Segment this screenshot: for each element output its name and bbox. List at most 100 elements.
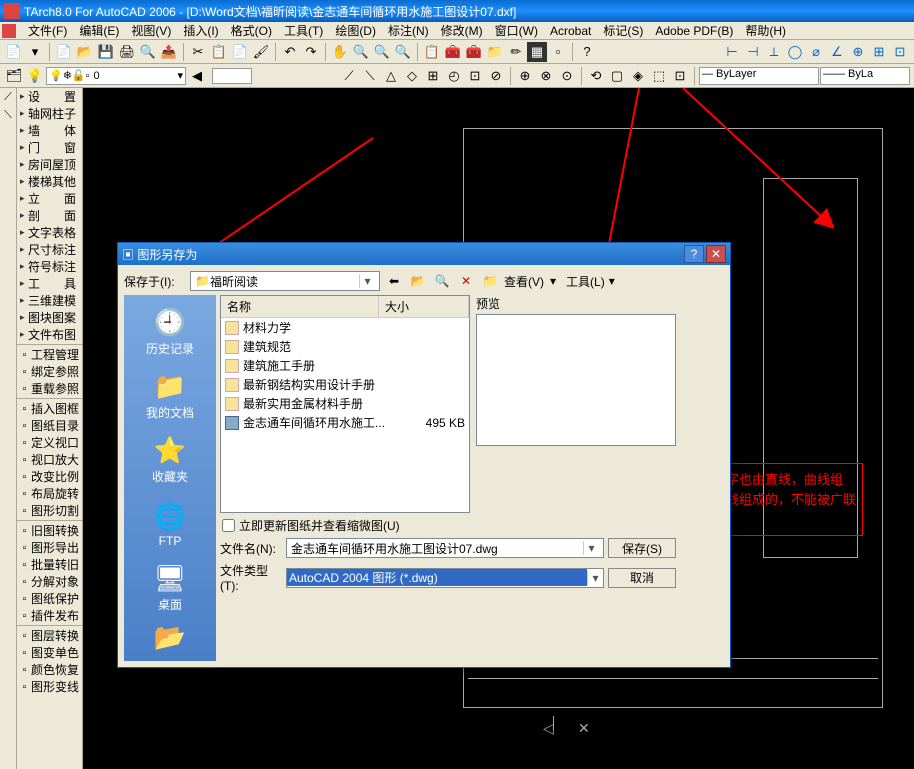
panel-item[interactable]: ▫插件发布: [17, 607, 82, 624]
panel-item[interactable]: ▫布局旋转: [17, 485, 82, 502]
m13-icon[interactable]: ▢: [607, 66, 627, 86]
m14-icon[interactable]: ◈: [628, 66, 648, 86]
panel-item[interactable]: ▫重载参照: [17, 380, 82, 397]
places-item[interactable]: 🖥桌面: [130, 557, 210, 619]
menu-tools[interactable]: 工具(T): [278, 22, 329, 39]
newfolder-icon[interactable]: 📁: [480, 271, 500, 291]
drawing-canvas[interactable]: ◁ ✕ 转换后，图层只有一个，文字也由直线，曲线组成，尺寸标注也是直线和曲线组成…: [83, 88, 914, 769]
panel-item[interactable]: ▫旧图转换: [17, 522, 82, 539]
dc-icon[interactable]: 🧰: [443, 42, 463, 62]
panel-item[interactable]: ▫图层转换: [17, 627, 82, 644]
list-icon[interactable]: ▾: [25, 42, 45, 62]
panel-item[interactable]: ▫图形切割: [17, 502, 82, 519]
menu-acrobat[interactable]: Acrobat: [544, 24, 597, 38]
publish-icon[interactable]: 📤: [159, 42, 179, 62]
places-item[interactable]: ⭐收藏夹: [130, 429, 210, 491]
help-button[interactable]: ?: [684, 245, 704, 263]
new-icon[interactable]: 📄: [4, 42, 24, 62]
up-icon[interactable]: 📂: [408, 271, 428, 291]
m1-icon[interactable]: ⟋: [339, 66, 359, 86]
new2-icon[interactable]: 📄: [54, 42, 74, 62]
open-icon[interactable]: 📂: [75, 42, 95, 62]
dim4-icon[interactable]: ◯: [785, 42, 805, 62]
panel-item[interactable]: ▸房间屋顶: [17, 156, 82, 173]
menu-dim[interactable]: 标注(N): [382, 22, 435, 39]
m11-icon[interactable]: ⊙: [557, 66, 577, 86]
panel-item[interactable]: ▸文件布图: [17, 326, 82, 343]
file-row[interactable]: 最新钢结构实用设计手册: [221, 375, 469, 394]
help-icon[interactable]: ?: [577, 42, 597, 62]
pan-icon[interactable]: ✋: [330, 42, 350, 62]
copy-icon[interactable]: 📋: [209, 42, 229, 62]
menu-edit[interactable]: 编辑(E): [73, 22, 125, 39]
dim2-icon[interactable]: ⊣: [743, 42, 763, 62]
strip-1[interactable]: ⟋: [0, 88, 16, 106]
close-button[interactable]: ✕: [706, 245, 726, 263]
panel-item[interactable]: ▸剖 面: [17, 207, 82, 224]
dim9-icon[interactable]: ⊡: [890, 42, 910, 62]
dim8-icon[interactable]: ⊞: [869, 42, 889, 62]
tp-icon[interactable]: 🧰: [464, 42, 484, 62]
dim3-icon[interactable]: ⟂: [764, 42, 784, 62]
panel-item[interactable]: ▫绑定参照: [17, 363, 82, 380]
redo-icon[interactable]: ↷: [301, 42, 321, 62]
filename-input[interactable]: 金志通车间循环用水施工图设计07.dwg▾: [286, 538, 604, 558]
file-row[interactable]: 材料力学: [221, 318, 469, 337]
color-selector[interactable]: [212, 68, 252, 84]
dim1-icon[interactable]: ⊢: [722, 42, 742, 62]
menu-window[interactable]: 窗口(W): [489, 22, 544, 39]
undo-icon[interactable]: ↶: [280, 42, 300, 62]
cancel-button[interactable]: 取消: [608, 568, 676, 588]
save-icon[interactable]: 💾: [96, 42, 116, 62]
m4-icon[interactable]: ◇: [402, 66, 422, 86]
block-icon[interactable]: ▫: [548, 42, 568, 62]
panel-item[interactable]: ▸墙 体: [17, 122, 82, 139]
panel-item[interactable]: ▫图变单色: [17, 644, 82, 661]
save-in-combo[interactable]: 📁 福昕阅读▾: [190, 271, 380, 291]
print-icon[interactable]: 🖨: [117, 42, 137, 62]
panel-item[interactable]: ▸设 置: [17, 88, 82, 105]
places-item[interactable]: 🌐FTP: [130, 493, 210, 555]
thumb-checkbox[interactable]: [222, 519, 235, 532]
file-row[interactable]: 最新实用金属材料手册: [221, 394, 469, 413]
menu-help[interactable]: 帮助(H): [739, 22, 792, 39]
panel-item[interactable]: ▸尺寸标注: [17, 241, 82, 258]
file-list[interactable]: 名称 大小 材料力学建筑规范建筑施工手册最新钢结构实用设计手册最新实用金属材料手…: [220, 295, 470, 513]
m15-icon[interactable]: ⬚: [649, 66, 669, 86]
menu-insert[interactable]: 插入(I): [177, 22, 224, 39]
panel-item[interactable]: ▫改变比例: [17, 468, 82, 485]
panel-item[interactable]: ▫分解对象: [17, 573, 82, 590]
match-icon[interactable]: 🖌: [251, 42, 271, 62]
col-name[interactable]: 名称: [221, 296, 379, 317]
dim7-icon[interactable]: ⊕: [848, 42, 868, 62]
panel-item[interactable]: ▫工程管理: [17, 346, 82, 363]
panel-item[interactable]: ▫图纸保护: [17, 590, 82, 607]
m5-icon[interactable]: ⊞: [423, 66, 443, 86]
layer-prev-icon[interactable]: ◀: [187, 66, 207, 86]
tools-menu[interactable]: 工具(L): [566, 273, 605, 290]
ssm-icon[interactable]: 📁: [485, 42, 505, 62]
panel-item[interactable]: ▫图形导出: [17, 539, 82, 556]
panel-item[interactable]: ▸三维建模: [17, 292, 82, 309]
menu-view[interactable]: 视图(V): [125, 22, 177, 39]
m9-icon[interactable]: ⊕: [515, 66, 535, 86]
panel-item[interactable]: ▸符号标注: [17, 258, 82, 275]
panel-item[interactable]: ▸轴网柱子: [17, 105, 82, 122]
file-row[interactable]: 金志通车间循环用水施工...495 KB: [221, 413, 469, 432]
dim5-icon[interactable]: ⌀: [806, 42, 826, 62]
save-button[interactable]: 保存(S): [608, 538, 676, 558]
linetype-2[interactable]: —— ByLa: [820, 67, 910, 85]
panel-item[interactable]: ▫图纸目录: [17, 417, 82, 434]
file-row[interactable]: 建筑规范: [221, 337, 469, 356]
col-size[interactable]: 大小: [379, 296, 469, 317]
layer-selector[interactable]: 💡❄🔓▫ 0 ▾: [46, 67, 186, 85]
strip-2[interactable]: ⟍: [0, 106, 16, 124]
preview-icon[interactable]: 🔍: [138, 42, 158, 62]
menu-mark[interactable]: 标记(S): [597, 22, 649, 39]
search-icon[interactable]: 🔍: [432, 271, 452, 291]
menu-modify[interactable]: 修改(M): [435, 22, 489, 39]
m3-icon[interactable]: △: [381, 66, 401, 86]
places-item[interactable]: 🕘历史记录: [130, 301, 210, 363]
m16-icon[interactable]: ⊡: [670, 66, 690, 86]
delete-icon[interactable]: ✕: [456, 271, 476, 291]
